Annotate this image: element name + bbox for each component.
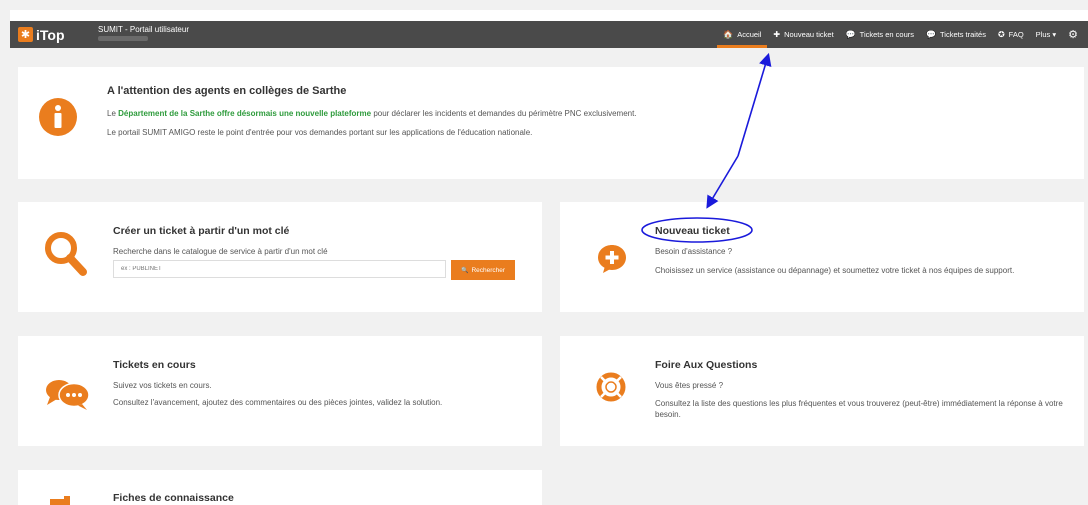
announcement-line2: Le portail SUMIT AMIGO reste le point d'… xyxy=(107,128,533,137)
search-button[interactable]: 🔍 Rechercher xyxy=(451,260,515,280)
nav-item-nouveau-ticket[interactable]: ✚ Nouveau ticket xyxy=(767,21,839,48)
nav-item-plus[interactable]: Plus ▾ xyxy=(1030,21,1062,48)
knowledge-card[interactable]: Fiches de connaissance xyxy=(18,470,542,505)
line1-suffix: pour déclarer les incidents et demandes … xyxy=(371,109,637,118)
nav-label: FAQ xyxy=(1008,30,1024,39)
faq-title: Foire Aux Questions xyxy=(655,359,758,371)
itop-logo[interactable]: ✱ iTop xyxy=(10,21,70,48)
nav-label: Nouveau ticket xyxy=(784,30,834,39)
logo-mark-icon: ✱ xyxy=(18,27,33,42)
announcement-card: A l'attention des agents en collèges de … xyxy=(18,67,1084,179)
tickets-en-cours-title: Tickets en cours xyxy=(113,359,196,371)
faq-subtitle: Vous êtes pressé ? xyxy=(655,381,724,390)
nav-item-tickets-traites[interactable]: 💬 Tickets traités xyxy=(920,21,992,48)
nav-item-tickets-en-cours[interactable]: 💬 Tickets en cours xyxy=(840,21,920,48)
nav-label: Plus ▾ xyxy=(1035,30,1057,39)
comments-icon: 💬 xyxy=(926,30,936,39)
logo-text: iTop xyxy=(36,26,65,43)
portal-title: SUMIT - Portail utilisateur xyxy=(98,25,189,34)
new-ticket-plus-icon xyxy=(598,245,626,273)
search-card: Créer un ticket à partir d'un mot clé Re… xyxy=(18,202,542,312)
magnifier-icon xyxy=(45,232,87,276)
new-ticket-text: Choisissez un service (assistance ou dép… xyxy=(655,266,1015,275)
settings-icon[interactable]: ⚙ xyxy=(1062,21,1088,48)
keyword-search-input[interactable] xyxy=(113,260,446,278)
nav-label: Tickets en cours xyxy=(859,30,914,39)
nav-item-accueil[interactable]: 🏠 Accueil xyxy=(717,21,768,48)
lifebuoy-icon xyxy=(596,372,626,402)
nav-label: Tickets traités xyxy=(939,30,986,39)
portal-page: ✱ iTop SUMIT - Portail utilisateur 🏠 Acc… xyxy=(0,0,1088,505)
nav-menu: 🏠 Accueil ✚ Nouveau ticket 💬 Tickets en … xyxy=(717,21,1088,48)
nav-item-faq[interactable]: ✪ FAQ xyxy=(992,21,1030,48)
tickets-en-cours-card[interactable]: Tickets en cours Suivez vos tickets en c… xyxy=(18,336,542,446)
announcement-line1: Le Département de la Sarthe offre désorm… xyxy=(107,108,1067,119)
lifebuoy-icon: ✪ xyxy=(997,30,1005,39)
plus-circle-icon: ✚ xyxy=(773,30,781,39)
new-ticket-card[interactable]: Nouveau ticket Besoin d'assistance ? Cho… xyxy=(560,202,1084,312)
info-icon xyxy=(39,98,77,136)
nav-label: Accueil xyxy=(737,30,762,39)
home-icon: 🏠 xyxy=(723,30,734,39)
search-icon: 🔍 xyxy=(460,267,469,274)
top-strip xyxy=(10,10,1088,21)
faq-text: Consultez la liste des questions les plu… xyxy=(655,399,1063,419)
search-button-label: Rechercher xyxy=(471,266,506,274)
tickets-en-cours-line2: Consultez l'avancement, ajoutez des comm… xyxy=(113,398,443,407)
comments-icon: 💬 xyxy=(845,30,856,39)
sarthe-platform-link[interactable]: Département de la Sarthe offre désormais… xyxy=(118,109,371,118)
knowledge-title: Fiches de connaissance xyxy=(113,492,234,504)
line1-prefix: Le xyxy=(107,109,119,118)
comments-icon xyxy=(46,380,90,410)
search-card-text: Recherche dans le catalogue de service à… xyxy=(113,247,328,256)
tickets-en-cours-line1: Suivez vos tickets en cours. xyxy=(113,381,212,390)
faq-card[interactable]: Foire Aux Questions Vous êtes pressé ? C… xyxy=(560,336,1084,446)
announcement-title: A l'attention des agents en collèges de … xyxy=(107,85,347,97)
new-ticket-title: Nouveau ticket xyxy=(655,225,730,237)
portal-user-name xyxy=(98,36,148,41)
knowledge-icon xyxy=(50,496,70,505)
search-card-title: Créer un ticket à partir d'un mot clé xyxy=(113,225,290,237)
top-navbar: ✱ iTop SUMIT - Portail utilisateur 🏠 Acc… xyxy=(10,21,1088,48)
new-ticket-subtitle: Besoin d'assistance ? xyxy=(655,247,733,256)
